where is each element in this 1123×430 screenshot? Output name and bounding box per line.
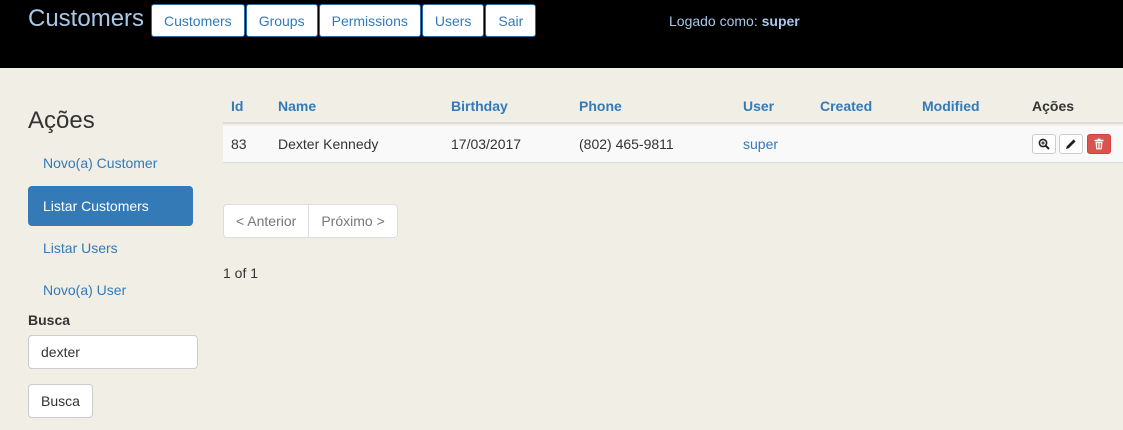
column-header-phone[interactable]: Phone	[579, 98, 622, 114]
delete-icon	[1094, 138, 1104, 150]
brand-title[interactable]: Customers	[28, 5, 144, 33]
search-button[interactable]: Busca	[28, 384, 93, 418]
page-counter: 1 of 1	[223, 265, 259, 281]
sidebar-item-new-user[interactable]: Novo(a) User	[28, 270, 193, 310]
search-label: Busca	[28, 312, 71, 328]
nav-groups-button[interactable]: Groups	[245, 4, 318, 37]
edit-icon	[1066, 139, 1076, 149]
column-header-modified[interactable]: Modified	[922, 98, 980, 114]
column-header-birthday[interactable]: Birthday	[451, 98, 508, 114]
search-input[interactable]	[28, 335, 198, 369]
column-header-name[interactable]: Name	[278, 98, 316, 114]
logged-label: Logado como:	[669, 13, 758, 29]
pagination: < Anterior Próximo >	[223, 204, 398, 238]
nav-users-button[interactable]: Users	[421, 4, 485, 37]
table-row: 83 Dexter Kennedy 17/03/2017 (802) 465-9…	[223, 126, 1123, 163]
cell-user-link[interactable]: super	[743, 136, 778, 152]
cell-id: 83	[231, 136, 247, 152]
cell-phone: (802) 465-9811	[579, 136, 674, 152]
logged-in-status: Logado como: super	[669, 13, 800, 29]
previous-page-button[interactable]: < Anterior	[224, 205, 308, 237]
cell-birthday: 17/03/2017	[451, 136, 522, 152]
sidebar-item-list-customers[interactable]: Listar Customers	[28, 186, 193, 226]
top-nav: Customers Groups Permissions Users Sair	[151, 4, 537, 37]
delete-button[interactable]	[1087, 134, 1111, 154]
column-header-actions: Ações	[1032, 98, 1075, 114]
sidebar-item-list-users[interactable]: Listar Users	[28, 228, 193, 268]
logged-username: super	[761, 13, 800, 29]
column-header-created[interactable]: Created	[820, 98, 872, 114]
nav-permissions-button[interactable]: Permissions	[318, 4, 421, 37]
column-header-id[interactable]: Id	[231, 98, 243, 114]
nav-logout-button[interactable]: Sair	[485, 4, 537, 37]
edit-button[interactable]	[1059, 134, 1083, 154]
column-header-user[interactable]: User	[743, 98, 774, 114]
cell-name: Dexter Kennedy	[278, 136, 379, 152]
view-button[interactable]	[1032, 134, 1056, 154]
view-icon	[1038, 138, 1050, 150]
table-header: Id Name Birthday Phone User Created Modi…	[223, 86, 1123, 124]
nav-customers-button[interactable]: Customers	[151, 4, 245, 37]
next-page-button[interactable]: Próximo >	[308, 205, 396, 237]
sidebar-item-new-customer[interactable]: Novo(a) Customer	[28, 143, 193, 183]
top-navbar: Customers Customers Groups Permissions U…	[0, 0, 1123, 68]
sidebar-title: Ações	[28, 107, 95, 134]
